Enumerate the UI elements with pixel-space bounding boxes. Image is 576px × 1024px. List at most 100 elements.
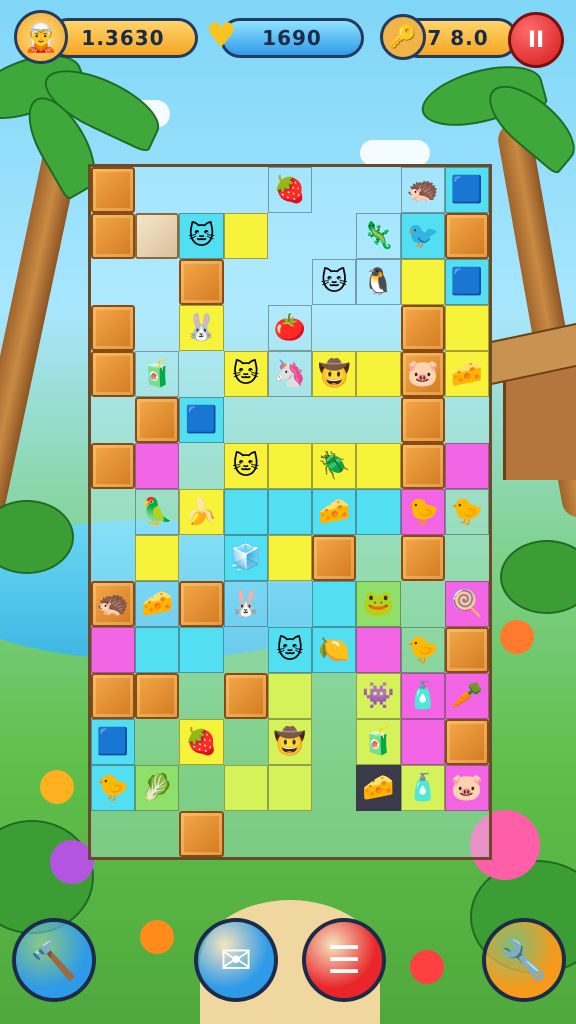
board-tile-crate[interactable] (400, 443, 445, 489)
board-tile-crate[interactable] (444, 719, 489, 765)
board-tile-lime[interactable] (267, 673, 313, 719)
board-tile-character[interactable]: 🐷 (400, 351, 445, 397)
board-tile-character[interactable]: 🐰 (179, 305, 224, 351)
board-tile-character[interactable]: 🧃 (135, 351, 180, 397)
board-tile-character[interactable]: 🧃 (356, 719, 401, 765)
board-tile-character[interactable]: 🧊 (223, 535, 268, 581)
flower (40, 770, 74, 804)
board-tile-crate[interactable] (400, 397, 445, 443)
board-tile-beige[interactable] (135, 213, 180, 259)
board-tile-character[interactable]: 🥬 (135, 765, 180, 811)
board-tile-character[interactable]: 🍋 (312, 627, 357, 673)
board-tile-character[interactable]: 🍭 (444, 581, 489, 627)
board-tile-pink[interactable] (91, 627, 136, 673)
board-tile-character[interactable]: 🐱 (267, 627, 313, 673)
character-icon: 🧃 (141, 359, 174, 389)
board-tile-yellow[interactable] (267, 443, 313, 489)
board-tile-crate[interactable] (91, 167, 136, 213)
board-tile-cyan[interactable] (312, 581, 357, 627)
board-tile-character[interactable]: 🧀 (312, 489, 357, 535)
board-tile-character[interactable]: 🐱 (223, 443, 268, 489)
board-tile-crate[interactable] (91, 351, 136, 397)
board-tile-character[interactable]: 🟦 (444, 259, 489, 305)
board-tile-character[interactable]: 🐦 (400, 213, 445, 259)
board-tile-crate[interactable] (179, 811, 224, 857)
board-tile-character[interactable]: 🦔 (400, 167, 445, 213)
board-tile-character[interactable]: 🧀 (444, 351, 489, 397)
tools-button[interactable]: 🔧 (482, 918, 566, 1002)
board-tile-crate[interactable] (179, 259, 224, 305)
board-tile-crate[interactable] (91, 673, 136, 719)
board-tile-character[interactable]: 🟦 (444, 167, 489, 213)
board-tile-lime[interactable] (267, 765, 313, 811)
board-tile-character[interactable]: 👾 (356, 673, 401, 719)
board-tile-character[interactable]: 🤠 (267, 719, 313, 765)
board-tile-lime[interactable] (223, 765, 268, 811)
board-tile-yellow[interactable] (356, 351, 401, 397)
board-tile-crate[interactable] (179, 581, 224, 627)
mail-button[interactable]: ✉ (194, 918, 278, 1002)
board-tile-cyan[interactable] (223, 489, 268, 535)
board-tile-character[interactable]: 🐱 (312, 259, 357, 305)
board-tile-yellow[interactable] (135, 535, 180, 581)
board-tile-cyan[interactable] (179, 627, 224, 673)
pause-button[interactable]: II (508, 12, 564, 68)
score-value: 1.3630 (81, 26, 165, 50)
board-tile-character[interactable]: 🐷 (444, 765, 489, 811)
board-tile-character[interactable]: 🐤 (400, 489, 445, 535)
character-icon: 🦜 (141, 497, 174, 527)
board-tile-crate[interactable] (400, 535, 445, 581)
hammer-button[interactable]: 🔨 (12, 918, 96, 1002)
list-button[interactable]: ☰ (302, 918, 386, 1002)
board-tile-cyan[interactable] (356, 489, 401, 535)
board-tile-character[interactable]: 🍌 (179, 489, 224, 535)
board-tile-character[interactable]: 🐱 (223, 351, 268, 397)
board-tile-character[interactable]: 🐤 (91, 765, 136, 811)
board-tile-pink[interactable] (444, 443, 489, 489)
board-tile-character[interactable]: 🐱 (179, 213, 224, 259)
board-tile-crate[interactable] (400, 305, 445, 351)
board-tile-character[interactable]: 🧀 (356, 765, 401, 811)
board-tile-crate[interactable] (91, 443, 136, 489)
character-icon: 🟦 (96, 727, 130, 757)
board-tile-character[interactable]: 🦎 (356, 213, 401, 259)
board-tile-yellow[interactable] (267, 535, 313, 581)
board-tile-character[interactable]: 🍓 (179, 719, 224, 765)
board-tile-character[interactable]: 🧀 (135, 581, 180, 627)
board-tile-crate[interactable] (444, 213, 489, 259)
board-tile-character[interactable]: 🐸 (356, 581, 401, 627)
board-tile-cyan[interactable] (135, 627, 180, 673)
board-tile-character[interactable]: 🦔 (91, 581, 136, 627)
board-tile-yellow[interactable] (223, 213, 268, 259)
board-tile-yellow[interactable] (356, 443, 401, 489)
board-tile-character[interactable]: 🪲 (312, 443, 357, 489)
avatar-icon[interactable]: 🧝 (14, 10, 68, 64)
board-tile-character[interactable]: 🐧 (356, 259, 401, 305)
board-tile-character[interactable]: 🍓 (267, 167, 313, 213)
board-tile-crate[interactable] (135, 397, 180, 443)
board-tile-character[interactable]: 🐰 (223, 581, 268, 627)
board-tile-character[interactable]: 🐤 (444, 489, 489, 535)
board-tile-character[interactable]: 🍅 (267, 305, 313, 351)
board-tile-yellow[interactable] (444, 305, 489, 351)
board-tile-pink[interactable] (400, 719, 445, 765)
board-tile-yellow[interactable] (400, 259, 445, 305)
board-tile-character[interactable]: 🤠 (312, 351, 357, 397)
board-tile-character[interactable]: 🟦 (179, 397, 224, 443)
board-tile-character[interactable]: 🦜 (135, 489, 180, 535)
board-tile-crate[interactable] (91, 213, 136, 259)
board-tile-character[interactable]: 🟦 (91, 719, 136, 765)
board-tile-character[interactable]: 🧴 (400, 765, 445, 811)
board-tile-character[interactable]: 🧴 (400, 673, 445, 719)
board-tile-cyan[interactable] (267, 489, 313, 535)
board-tile-pink[interactable] (135, 443, 180, 489)
board-tile-crate[interactable] (223, 673, 268, 719)
board-tile-character[interactable]: 🥕 (444, 673, 489, 719)
board-tile-crate[interactable] (135, 673, 180, 719)
board-tile-crate[interactable] (444, 627, 489, 673)
board-tile-character[interactable]: 🦄 (267, 351, 313, 397)
board-tile-crate[interactable] (312, 535, 357, 581)
board-tile-crate[interactable] (91, 305, 136, 351)
board-tile-character[interactable]: 🐤 (400, 627, 445, 673)
board-tile-pink[interactable] (356, 627, 401, 673)
